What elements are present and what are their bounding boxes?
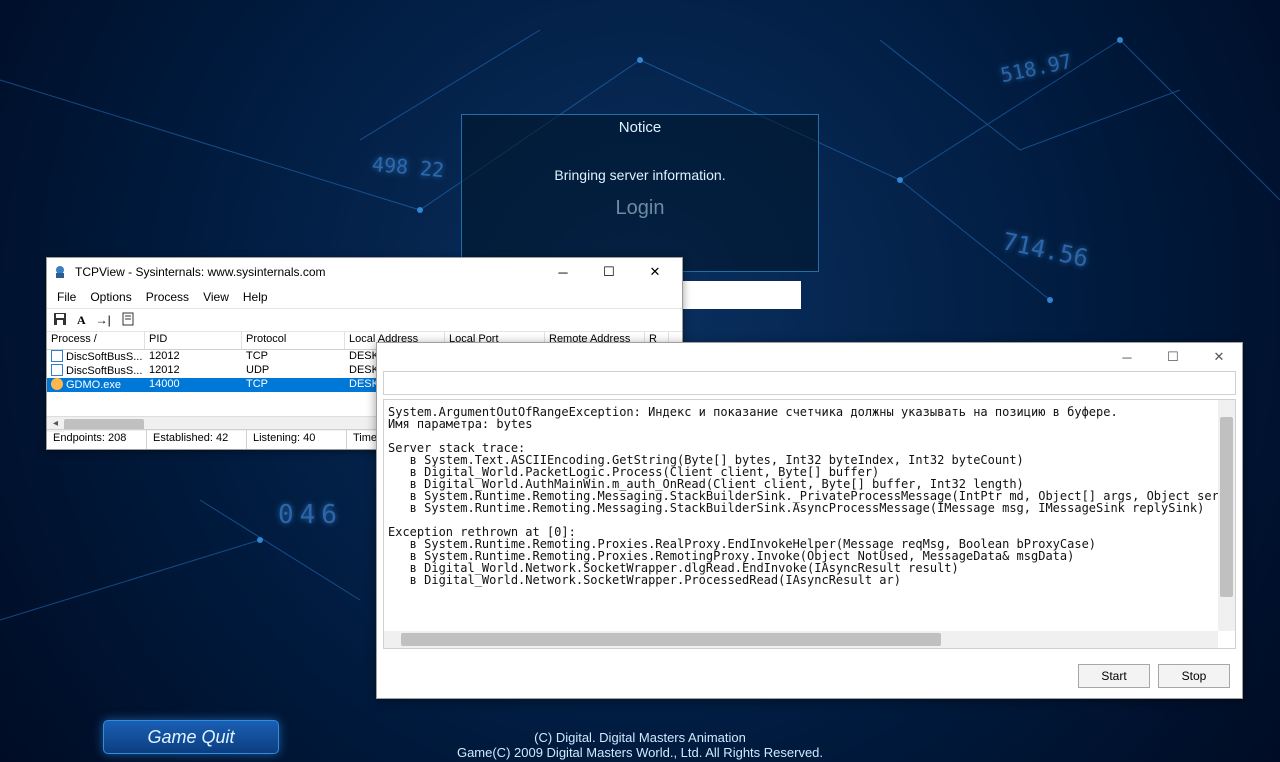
stack-trace[interactable]: System.ArgumentOutOfRangeException: Инде…: [383, 399, 1236, 649]
close-button[interactable]: ✕: [632, 258, 678, 286]
scroll-thumb[interactable]: [1220, 417, 1233, 597]
copyright-footer: (C) Digital. Digital Masters Animation G…: [0, 730, 1280, 760]
footer-line1: (C) Digital. Digital Masters Animation: [0, 730, 1280, 745]
notice-message: Bringing server information.: [462, 167, 818, 183]
login-button[interactable]: Login: [462, 197, 818, 220]
save-icon[interactable]: [53, 312, 67, 329]
tcpview-icon: [51, 263, 69, 281]
tcpview-title: TCPView - Sysinternals: www.sysinternals…: [75, 265, 540, 279]
minimize-button[interactable]: ─: [1104, 343, 1150, 371]
menu-process[interactable]: Process: [146, 290, 189, 304]
stack-trace-text: System.ArgumentOutOfRangeException: Инде…: [388, 405, 1219, 587]
status-listening: Listening: 40: [247, 430, 347, 449]
maximize-button[interactable]: ☐: [1150, 343, 1196, 371]
font-button[interactable]: A: [77, 313, 86, 328]
bg-number: 046: [278, 500, 343, 530]
horizontal-scrollbar[interactable]: [384, 631, 1218, 648]
refresh-icon[interactable]: →|: [96, 313, 111, 327]
scroll-thumb[interactable]: [401, 633, 941, 646]
header-pid[interactable]: PID: [145, 332, 242, 349]
stop-button[interactable]: Stop: [1158, 664, 1230, 688]
input-strip[interactable]: [681, 281, 801, 309]
header-process[interactable]: Process /: [47, 332, 145, 349]
header-protocol[interactable]: Protocol: [242, 332, 345, 349]
start-button[interactable]: Start: [1078, 664, 1150, 688]
notice-title: Notice: [462, 119, 818, 136]
status-endpoints: Endpoints: 208: [47, 430, 147, 449]
minimize-button[interactable]: ─: [540, 258, 586, 286]
tcpview-menubar: File Options Process View Help: [47, 286, 682, 308]
tcpview-titlebar[interactable]: TCPView - Sysinternals: www.sysinternals…: [47, 258, 682, 286]
maximize-button[interactable]: ☐: [586, 258, 632, 286]
notice-dialog: Notice Bringing server information. Logi…: [461, 114, 819, 272]
menu-view[interactable]: View: [203, 290, 229, 304]
footer-line2: Game(C) 2009 Digital Masters World., Ltd…: [0, 745, 1280, 760]
menu-file[interactable]: File: [57, 290, 76, 304]
tcpview-toolbar: A →|: [47, 308, 682, 332]
error-titlebar[interactable]: ─ ☐ ✕: [377, 343, 1242, 371]
vertical-scrollbar[interactable]: [1218, 400, 1235, 631]
status-established: Established: 42: [147, 430, 247, 449]
close-button[interactable]: ✕: [1196, 343, 1242, 371]
error-window: ─ ☐ ✕ System.ArgumentOutOfRangeException…: [376, 342, 1243, 699]
properties-icon[interactable]: [121, 312, 135, 329]
error-input-field[interactable]: [383, 371, 1236, 395]
menu-options[interactable]: Options: [90, 290, 131, 304]
menu-help[interactable]: Help: [243, 290, 268, 304]
